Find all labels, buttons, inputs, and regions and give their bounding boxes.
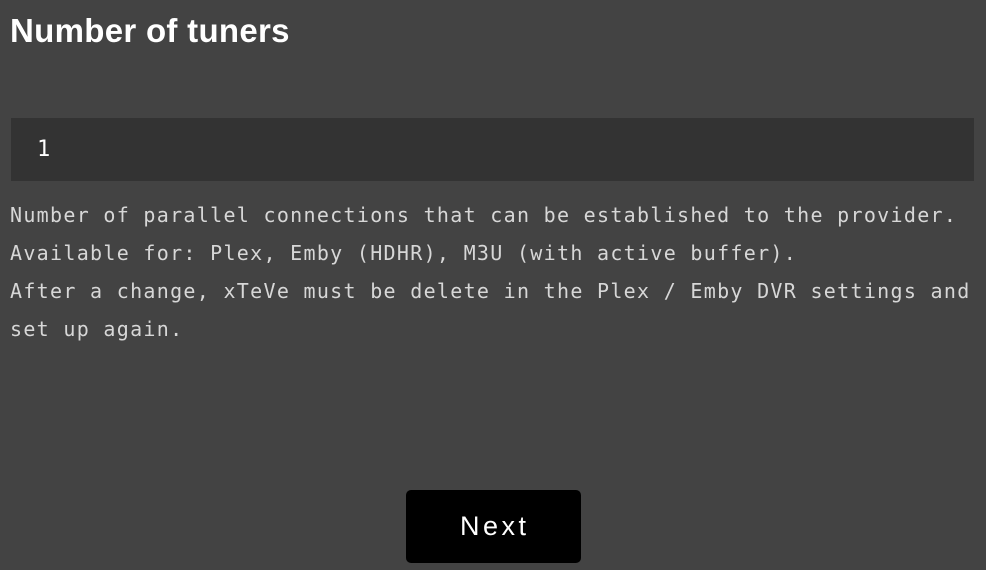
- next-button[interactable]: Next: [405, 490, 581, 563]
- wizard-page: Number of tuners Number of parallel conn…: [0, 0, 986, 570]
- field-description: Number of parallel connections that can …: [10, 203, 971, 341]
- action-row: Next: [0, 490, 986, 563]
- page-title: Number of tuners: [10, 12, 290, 49]
- tuner-count-field-wrapper: [11, 118, 974, 181]
- number-of-tuners-input[interactable]: [11, 118, 974, 181]
